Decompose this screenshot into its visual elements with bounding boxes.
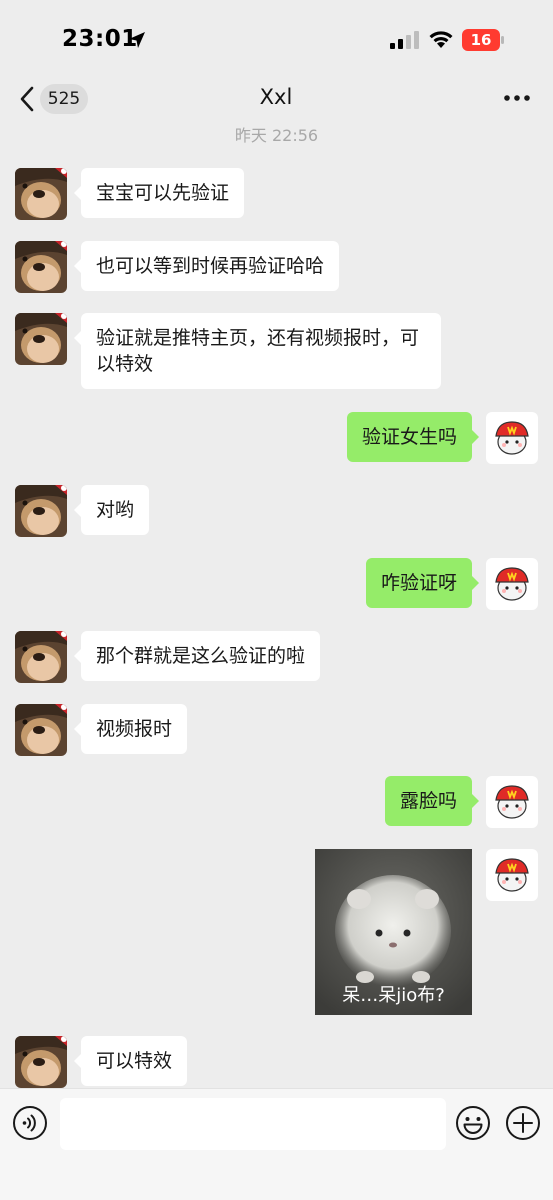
cartoon-avatar-icon — [486, 776, 538, 828]
more-icon[interactable] — [503, 93, 531, 103]
cartoon-avatar-icon — [486, 558, 538, 610]
nav-bar: 525 Xxl — [0, 78, 553, 122]
dog-avatar-icon — [15, 704, 67, 756]
message-bubble[interactable]: 验证就是推特主页，还有视频报时，可以特效 — [74, 313, 441, 389]
wifi-icon — [429, 31, 453, 48]
dog-avatar-icon — [15, 1036, 67, 1088]
dog-avatar-icon — [15, 168, 67, 220]
message-bubble[interactable]: 验证女生吗 — [346, 412, 480, 462]
dog-avatar[interactable] — [15, 704, 67, 756]
dog-avatar[interactable] — [15, 168, 67, 220]
dog-avatar[interactable] — [15, 313, 67, 365]
back-chevron-icon[interactable] — [18, 86, 36, 112]
dog-avatar[interactable] — [15, 1036, 67, 1088]
cartoon-avatar-icon — [486, 412, 538, 464]
dog-avatar-icon — [15, 313, 67, 365]
unread-count-badge[interactable]: 525 — [40, 84, 88, 114]
message-bubble[interactable]: 那个群就是这么验证的啦 — [73, 631, 321, 681]
battery-level: 16 — [470, 31, 492, 49]
self-avatar[interactable] — [486, 558, 538, 610]
message-bubble[interactable]: 可以特效 — [73, 1036, 188, 1086]
hamster-sticker[interactable]: 呆…呆jio布? — [315, 849, 472, 1015]
message-bubble[interactable]: 露脸吗 — [384, 776, 480, 826]
chat-screen: 23:01 16 525 Xxl 昨天 22:56 宝宝可以先验证 也可以等到时… — [0, 0, 553, 1200]
self-avatar[interactable] — [486, 412, 538, 464]
dog-avatar[interactable] — [15, 631, 67, 683]
emoji-icon[interactable] — [455, 1105, 491, 1141]
message-bubble[interactable]: 宝宝可以先验证 — [73, 168, 245, 218]
message-bubble[interactable]: 咋验证呀 — [365, 558, 480, 608]
cartoon-avatar-icon — [486, 849, 538, 901]
dog-avatar[interactable] — [15, 241, 67, 293]
input-bar — [0, 1088, 553, 1200]
signal-icon — [390, 31, 419, 49]
dog-avatar-icon — [15, 485, 67, 537]
dog-avatar-icon — [15, 631, 67, 683]
message-bubble[interactable]: 视频报时 — [73, 704, 188, 754]
dog-avatar-icon — [15, 241, 67, 293]
self-avatar[interactable] — [486, 849, 538, 901]
message-input[interactable] — [60, 1098, 446, 1150]
location-arrow-icon — [129, 32, 145, 48]
message-bubble[interactable]: 对哟 — [73, 485, 150, 535]
status-bar: 23:01 16 — [0, 0, 553, 80]
chat-timestamp: 昨天 22:56 — [234, 126, 319, 145]
message-bubble[interactable]: 也可以等到时候再验证哈哈 — [73, 241, 340, 291]
plus-icon[interactable] — [505, 1105, 541, 1141]
chat-title: Xxl — [259, 85, 293, 109]
voice-icon[interactable] — [12, 1105, 48, 1141]
self-avatar[interactable] — [486, 776, 538, 828]
dog-avatar[interactable] — [15, 485, 67, 537]
sticker-caption: 呆…呆jio布? — [342, 985, 445, 1006]
